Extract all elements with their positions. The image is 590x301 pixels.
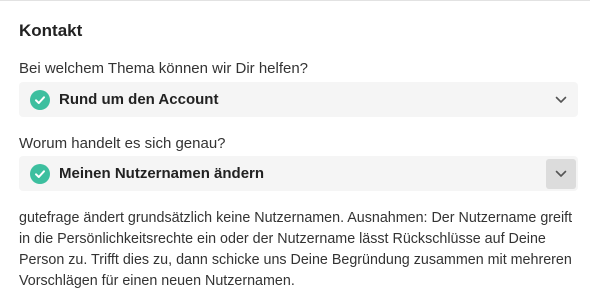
contact-card: Kontakt Bei welchem Thema können wir Dir… <box>0 0 590 301</box>
detail-select-value: Meinen Nutzernamen ändern <box>59 165 265 182</box>
username-policy-text: gutefrage ändert grundsätzlich keine Nut… <box>19 210 573 289</box>
page-title: Kontakt <box>19 21 83 40</box>
chevron-down-icon[interactable] <box>546 158 576 189</box>
topic-select-value: Rund um den Account <box>59 91 219 108</box>
detail-label: Worum handelt es sich genau? <box>19 135 226 152</box>
check-circle-icon <box>30 89 50 110</box>
topic-select[interactable]: Rund um den Account <box>19 82 578 117</box>
topic-label: Bei welchem Thema können wir Dir helfen? <box>19 60 309 77</box>
detail-select[interactable]: Meinen Nutzernamen ändern <box>19 156 578 191</box>
chevron-down-icon[interactable] <box>546 85 576 115</box>
check-circle-icon <box>30 163 50 184</box>
